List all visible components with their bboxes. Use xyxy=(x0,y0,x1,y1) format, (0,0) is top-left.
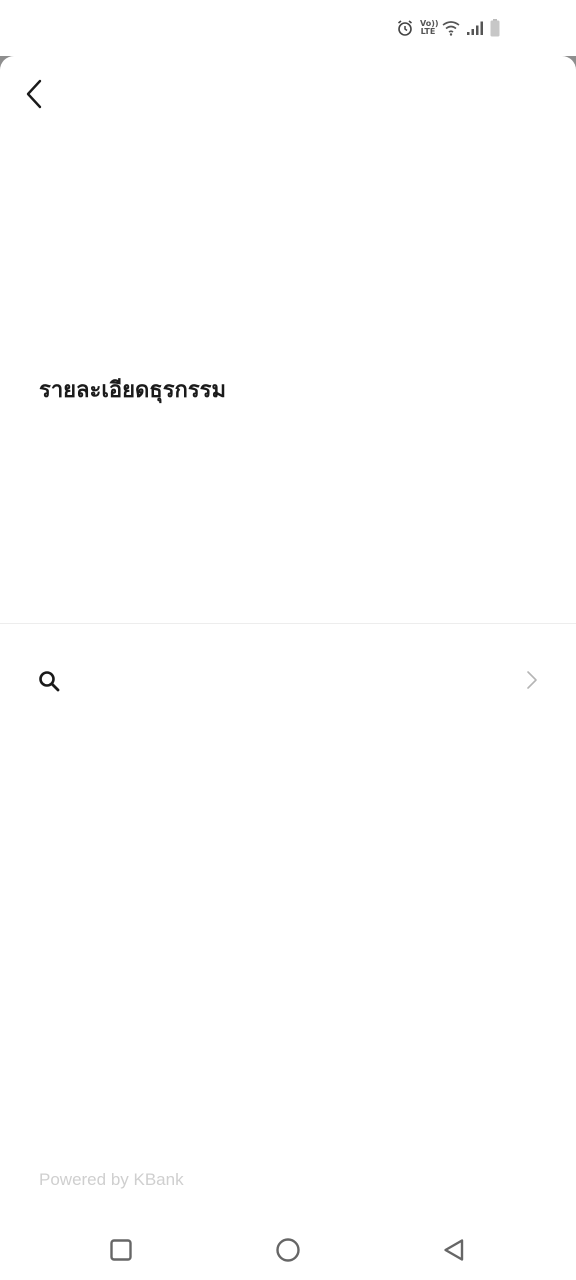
divider xyxy=(0,623,576,624)
recents-button[interactable] xyxy=(99,1234,143,1270)
volte-bottom-label: LTE xyxy=(420,27,436,36)
battery-icon xyxy=(490,19,500,37)
status-bar: Vo)) LTE xyxy=(0,0,576,56)
home-button[interactable] xyxy=(266,1234,310,1270)
back-triangle-icon xyxy=(442,1238,466,1266)
search-row[interactable] xyxy=(0,640,576,720)
powered-by-label: Powered by KBank xyxy=(39,1170,184,1189)
navigation-bar xyxy=(0,1224,576,1280)
home-circle-icon xyxy=(275,1237,301,1267)
chevron-right-icon xyxy=(526,670,538,694)
wifi-icon xyxy=(442,20,460,36)
chevron-left-icon xyxy=(23,79,45,113)
alarm-icon xyxy=(396,19,414,37)
search-icon xyxy=(38,670,60,696)
page-title: รายละเอียดธุรกรรม xyxy=(39,378,226,403)
signal-icon xyxy=(466,20,484,36)
status-icons: Vo)) LTE xyxy=(396,16,500,40)
back-button[interactable] xyxy=(14,74,54,118)
recents-square-icon xyxy=(109,1238,133,1266)
volte-icon: Vo)) LTE xyxy=(420,20,439,36)
system-back-button[interactable] xyxy=(432,1234,476,1270)
